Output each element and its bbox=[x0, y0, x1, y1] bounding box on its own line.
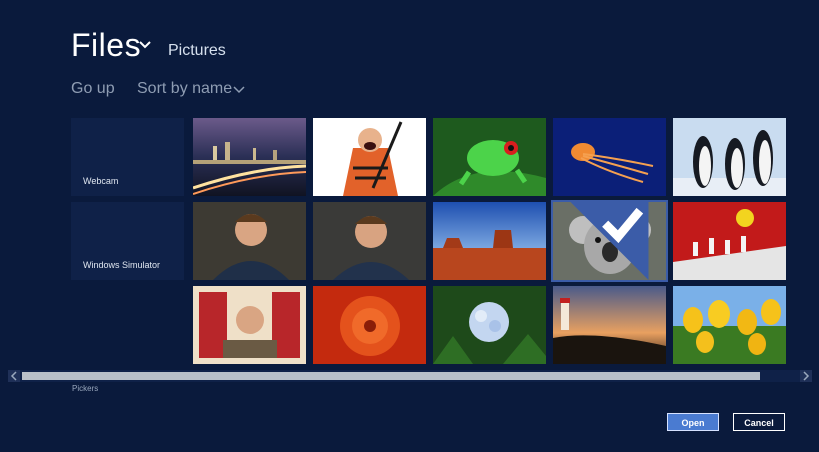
sort-dropdown[interactable]: Sort by name bbox=[137, 80, 232, 98]
photo-penguins[interactable] bbox=[673, 118, 786, 196]
photo-man-portrait-2[interactable] bbox=[313, 202, 426, 280]
cancel-button[interactable]: Cancel bbox=[733, 413, 785, 431]
photo-tulips[interactable] bbox=[673, 286, 786, 364]
chevron-down-icon[interactable] bbox=[138, 38, 152, 52]
photo-red-flower[interactable] bbox=[313, 286, 426, 364]
photo-chess-chick[interactable] bbox=[673, 202, 786, 280]
scroll-right-icon[interactable] bbox=[800, 370, 812, 382]
photo-man-curtain[interactable] bbox=[193, 286, 306, 364]
pickers-label: Pickers bbox=[72, 384, 99, 393]
photo-desert-mesa[interactable] bbox=[433, 202, 546, 280]
photo-tree-frog[interactable] bbox=[433, 118, 546, 196]
photo-jellyfish[interactable] bbox=[553, 118, 666, 196]
tile-label: Webcam bbox=[83, 176, 119, 186]
photo-hydrangea[interactable] bbox=[433, 286, 546, 364]
photo-lighthouse[interactable] bbox=[553, 286, 666, 364]
checkmark-icon bbox=[570, 202, 649, 280]
chevron-down-icon[interactable] bbox=[233, 85, 245, 95]
scroll-thumb[interactable] bbox=[22, 372, 760, 380]
page-title[interactable]: Files bbox=[71, 27, 141, 64]
go-up-link[interactable]: Go up bbox=[71, 80, 115, 98]
photo-cartoon-samurai[interactable] bbox=[313, 118, 426, 196]
windows-simulator-tile[interactable]: Windows Simulator bbox=[71, 202, 184, 280]
photo-man-portrait-1[interactable] bbox=[193, 202, 306, 280]
tile-label: Windows Simulator bbox=[83, 260, 161, 270]
webcam-tile[interactable]: Webcam bbox=[71, 118, 184, 196]
photo-koala[interactable] bbox=[551, 200, 668, 282]
open-button[interactable]: Open bbox=[667, 413, 719, 431]
photo-city-night[interactable] bbox=[193, 118, 306, 196]
horizontal-scrollbar[interactable] bbox=[8, 370, 812, 382]
current-folder: Pictures bbox=[168, 42, 226, 59]
scroll-left-icon[interactable] bbox=[8, 370, 20, 382]
